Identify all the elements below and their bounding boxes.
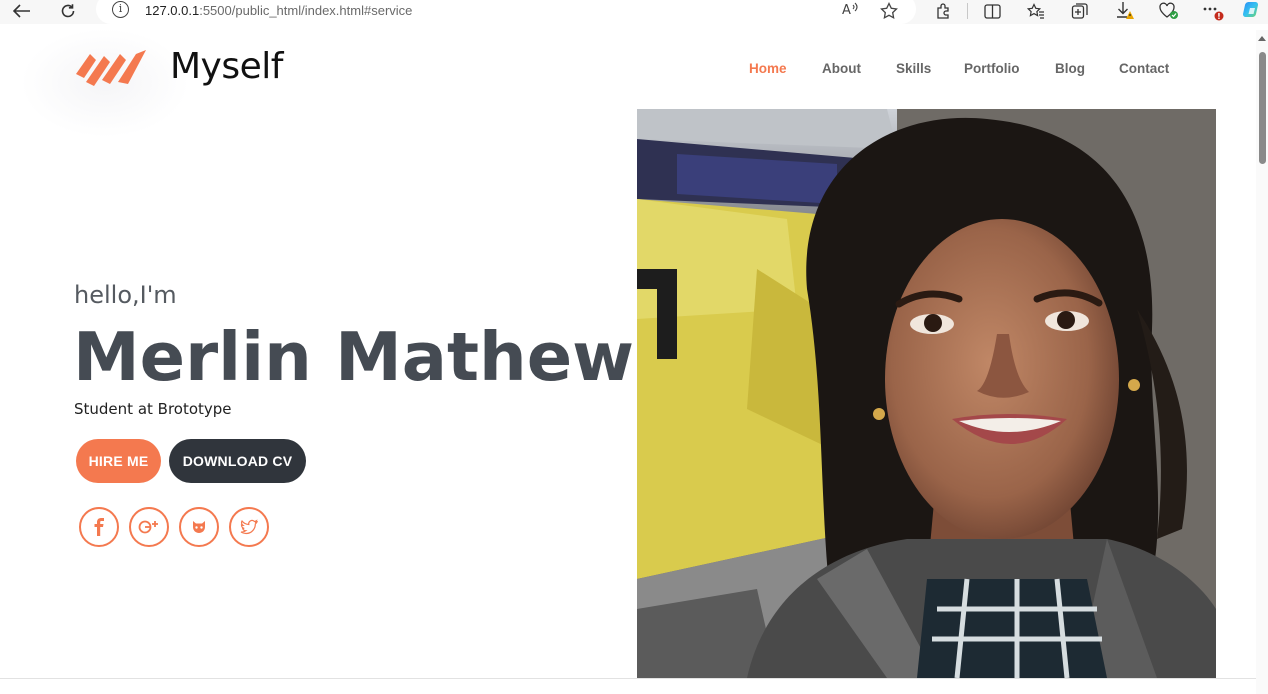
google-plus-icon[interactable] bbox=[129, 507, 169, 547]
svg-text:A: A bbox=[842, 3, 851, 16]
toolbar-separator bbox=[967, 3, 968, 19]
browser-essentials-icon[interactable] bbox=[1156, 0, 1182, 22]
site-logo-text[interactable]: Myself bbox=[170, 46, 283, 87]
nav-home[interactable]: Home bbox=[749, 61, 787, 76]
split-screen-icon[interactable] bbox=[979, 0, 1005, 22]
more-options-icon[interactable]: ! bbox=[1200, 0, 1226, 22]
favorites-icon[interactable] bbox=[1023, 0, 1049, 22]
facebook-icon[interactable] bbox=[79, 507, 119, 547]
section-divider bbox=[0, 678, 1256, 679]
profile-photo bbox=[637, 109, 1216, 678]
refresh-button[interactable] bbox=[56, 0, 80, 22]
back-button[interactable] bbox=[10, 0, 34, 22]
hire-me-button[interactable]: HIRE ME bbox=[76, 439, 161, 483]
scroll-up-arrow[interactable] bbox=[1258, 36, 1266, 41]
nav-skills[interactable]: Skills bbox=[896, 61, 931, 76]
nav-blog[interactable]: Blog bbox=[1055, 61, 1085, 76]
hero-greeting: hello,I'm bbox=[74, 281, 177, 309]
browser-toolbar: i 127.0.0.1:5500/public_html/index.html#… bbox=[0, 0, 1268, 24]
back-arrow-icon bbox=[13, 4, 30, 18]
collections-icon[interactable] bbox=[1067, 0, 1093, 22]
logo-mark-icon[interactable] bbox=[74, 48, 150, 88]
hero-tagline: Student at Brototype bbox=[74, 400, 232, 418]
twitter-icon[interactable] bbox=[229, 507, 269, 547]
nav-portfolio[interactable]: Portfolio bbox=[964, 61, 1020, 76]
page-scrollbar[interactable] bbox=[1256, 30, 1268, 694]
read-aloud-icon[interactable]: A bbox=[842, 2, 860, 20]
downloads-icon[interactable] bbox=[1112, 0, 1138, 22]
url-host: 127.0.0.1 bbox=[145, 3, 200, 18]
hero-name: Merlin Mathew bbox=[73, 318, 635, 396]
address-bar[interactable]: i 127.0.0.1:5500/public_html/index.html#… bbox=[96, 0, 916, 24]
download-cv-button[interactable]: DOWNLOAD CV bbox=[169, 439, 306, 483]
address-url[interactable]: 127.0.0.1:5500/public_html/index.html#se… bbox=[145, 3, 412, 18]
favorite-star-icon[interactable] bbox=[880, 1, 898, 24]
copilot-icon[interactable] bbox=[1240, 0, 1266, 22]
nav-contact[interactable]: Contact bbox=[1119, 61, 1169, 76]
notification-badge: ! bbox=[1217, 12, 1221, 21]
refresh-icon bbox=[61, 4, 75, 18]
extensions-icon[interactable] bbox=[930, 0, 956, 22]
github-icon[interactable] bbox=[179, 507, 219, 547]
nav-about[interactable]: About bbox=[822, 61, 861, 76]
site-info-icon[interactable]: i bbox=[112, 1, 129, 18]
url-path: :5500/public_html/index.html#service bbox=[199, 3, 413, 18]
scroll-thumb[interactable] bbox=[1259, 52, 1266, 164]
